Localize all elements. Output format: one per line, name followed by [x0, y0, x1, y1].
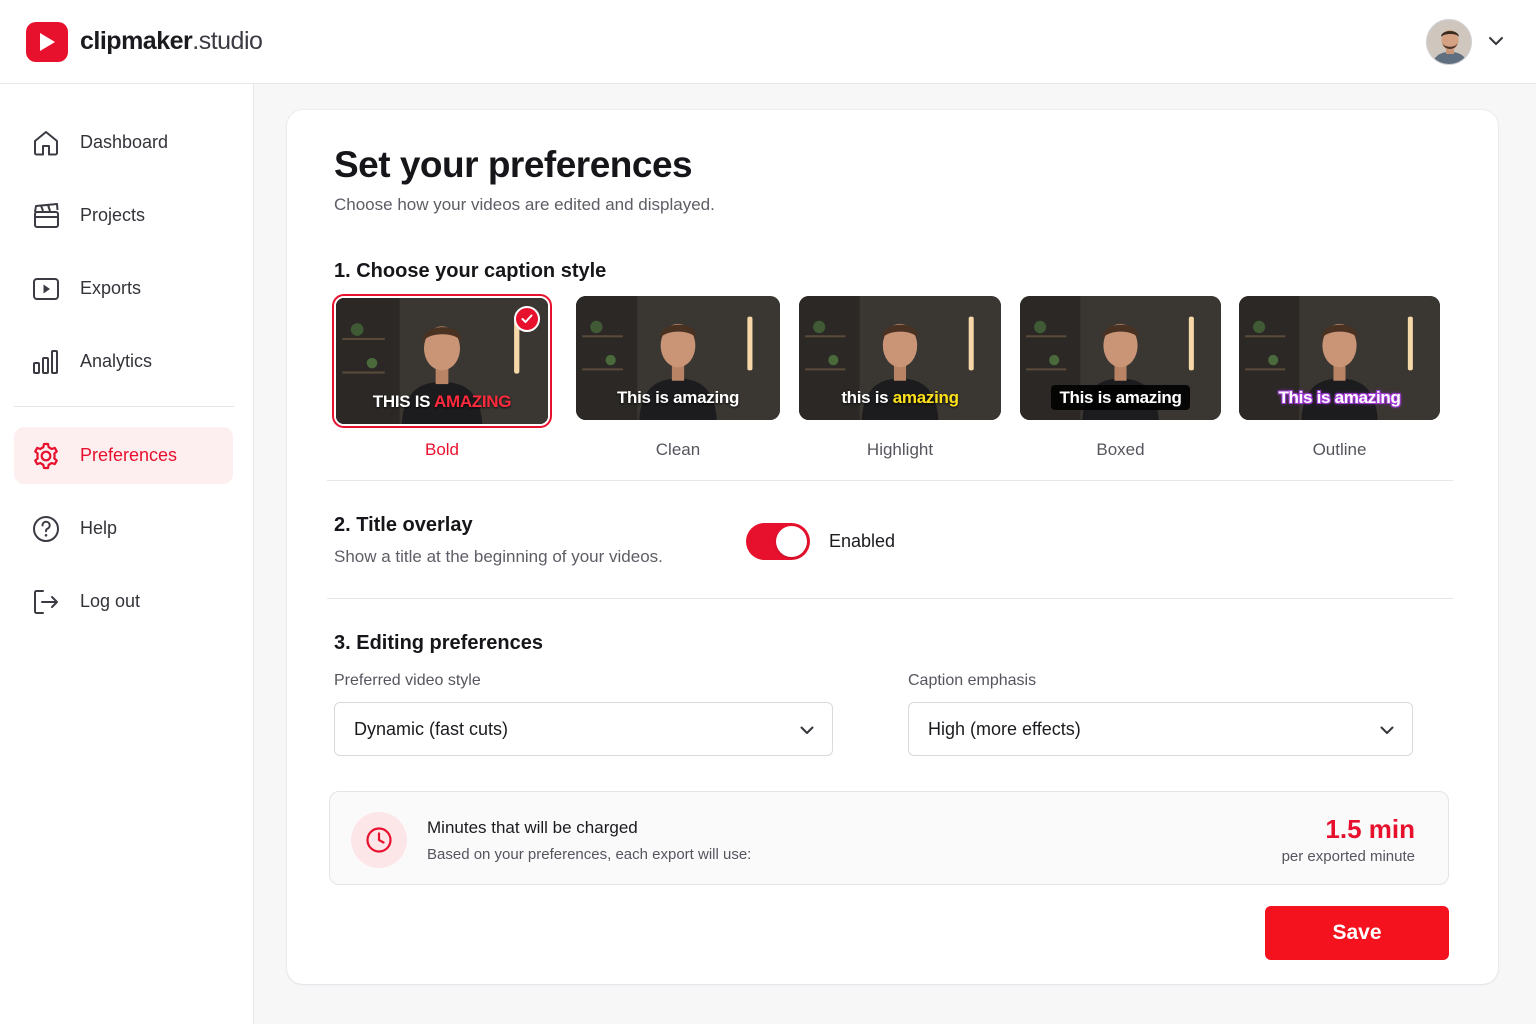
title-overlay-toggle[interactable] — [746, 523, 810, 560]
sidebar-item-label: Log out — [80, 591, 141, 611]
help-circle-icon — [30, 513, 62, 545]
chevron-down-icon[interactable] — [1488, 33, 1504, 51]
toggle-knob — [776, 526, 807, 557]
section-divider — [327, 480, 1453, 481]
video-style-label: Preferred video style — [334, 672, 481, 689]
editing-preferences-heading: 3. Editing preferences — [334, 632, 543, 654]
toggle-label: Enabled — [829, 531, 896, 551]
charge-subtitle: Based on your preferences, each export w… — [427, 846, 752, 863]
section-divider — [327, 598, 1453, 599]
clock-icon — [351, 812, 407, 868]
play-logo-icon — [26, 21, 68, 62]
chevron-down-icon — [1380, 719, 1394, 740]
caption-sample: This is amazing — [1278, 388, 1401, 407]
caption-preview-outline: This is amazing — [1239, 296, 1440, 420]
caption-preview-bold: THIS IS AMAZING — [334, 296, 550, 426]
page-subtitle: Choose how your videos are edited and di… — [334, 195, 715, 214]
sidebar-item-label: Help — [80, 518, 118, 538]
caption-sample: This is amazing — [1020, 385, 1221, 410]
caption-preview-boxed: This is amazing — [1020, 296, 1221, 420]
caption-sample: THIS IS AMAZING — [372, 392, 512, 411]
brand-name: clipmaker.studio — [80, 27, 263, 55]
caption-emphasis-value: High (more effects) — [928, 718, 1081, 739]
caption-style-highlight[interactable]: this is amazing Highlight — [799, 296, 1001, 460]
video-style-value: Dynamic (fast cuts) — [354, 718, 509, 739]
sidebar-item-label: Projects — [80, 205, 146, 225]
sidebar-item-help[interactable]: Help — [14, 500, 233, 557]
charge-title: Minutes that will be charged — [427, 818, 638, 837]
sidebar: Dashboard Projects Exports Analytics Pre… — [0, 84, 254, 1024]
chevron-down-icon — [800, 719, 814, 740]
style-label: Boxed — [1096, 440, 1145, 459]
sidebar-item-label: Exports — [80, 278, 142, 298]
user-menu[interactable] — [1426, 18, 1510, 65]
caption-emphasis-select[interactable]: High (more effects) — [908, 702, 1413, 756]
top-bar: clipmaker.studio — [0, 0, 1536, 84]
caption-sample: This is amazing — [616, 388, 740, 407]
style-label: Highlight — [866, 440, 934, 459]
caption-preview-highlight: this is amazing — [799, 296, 1001, 420]
sidebar-item-label: Analytics — [80, 351, 153, 371]
caption-style-options: THIS IS AMAZING Bold This is amazing Cle… — [334, 296, 1454, 466]
sidebar-item-exports[interactable]: Exports — [14, 260, 233, 317]
sidebar-divider — [14, 406, 234, 407]
minutes-charged-panel: Minutes that will be charged Based on yo… — [329, 791, 1449, 885]
caption-style-clean[interactable]: This is amazing Clean — [576, 296, 780, 460]
bar-chart-icon — [30, 346, 62, 378]
preferences-card: Set your preferences Choose how your vid… — [287, 110, 1498, 984]
sidebar-item-dashboard[interactable]: Dashboard — [14, 114, 233, 171]
sidebar-item-logout[interactable]: Log out — [14, 573, 233, 630]
logout-icon — [30, 586, 62, 618]
play-square-icon — [30, 273, 62, 305]
brand[interactable]: clipmaker.studio — [26, 21, 263, 62]
video-style-select[interactable]: Dynamic (fast cuts) — [334, 702, 833, 756]
charge-value: 1.5 min — [1325, 814, 1415, 844]
caption-preview-clean: This is amazing — [576, 296, 780, 420]
sidebar-item-label: Preferences — [80, 445, 178, 465]
caption-emphasis-label: Caption emphasis — [908, 672, 1037, 689]
sidebar-item-analytics[interactable]: Analytics — [14, 333, 233, 390]
title-overlay-description: Show a title at the beginning of your vi… — [334, 547, 663, 566]
caption-style-boxed[interactable]: This is amazing Boxed — [1020, 296, 1221, 460]
title-overlay-heading: 2. Title overlay — [334, 514, 473, 536]
style-label: Clean — [655, 440, 701, 459]
style-label: Bold — [424, 440, 460, 459]
user-avatar[interactable] — [1426, 18, 1472, 65]
caption-style-heading: 1. Choose your caption style — [334, 260, 607, 282]
sidebar-item-preferences[interactable]: Preferences — [14, 427, 233, 484]
gear-icon — [30, 440, 62, 472]
style-label: Outline — [1312, 440, 1367, 459]
sidebar-item-projects[interactable]: Projects — [14, 187, 233, 244]
check-icon — [514, 306, 540, 332]
caption-sample: this is amazing — [841, 388, 959, 407]
caption-style-outline[interactable]: This is amazing Outline — [1239, 296, 1440, 460]
home-icon — [30, 127, 62, 159]
clapperboard-icon — [30, 200, 62, 232]
caption-style-bold[interactable]: THIS IS AMAZING Bold — [334, 296, 550, 460]
charge-unit: per exported minute — [1281, 848, 1415, 865]
save-button[interactable]: Save — [1265, 906, 1449, 960]
sidebar-item-label: Dashboard — [80, 132, 169, 152]
page-title: Set your preferences — [334, 144, 693, 185]
